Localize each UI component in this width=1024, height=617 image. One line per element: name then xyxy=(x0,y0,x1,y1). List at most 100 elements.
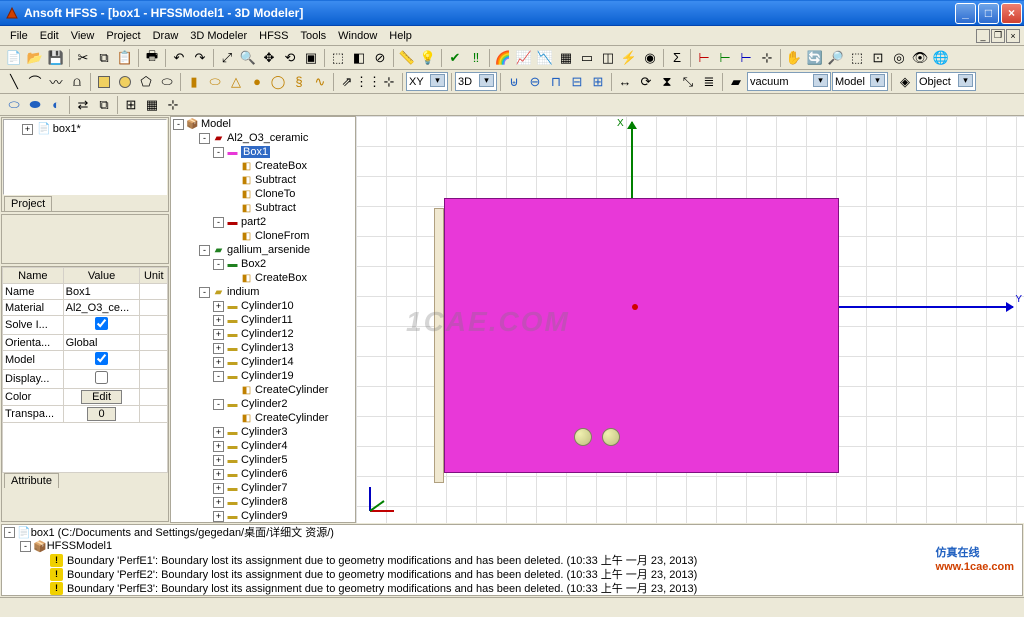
fit-icon[interactable]: ▣ xyxy=(301,48,321,68)
mdi-restore-button[interactable]: ❐ xyxy=(991,29,1005,43)
tree-item[interactable]: -▬Cylinder19 xyxy=(171,369,355,383)
plot-icon[interactable]: 📈 xyxy=(514,48,534,68)
port-icon[interactable]: ▭ xyxy=(577,48,597,68)
b-move-icon[interactable]: ⇄ xyxy=(73,95,93,115)
menu-view[interactable]: View xyxy=(65,28,101,44)
tree-item[interactable]: +▬Cylinder6 xyxy=(171,467,355,481)
tree-item[interactable]: -▬Cylinder2 xyxy=(171,397,355,411)
tree-item[interactable]: +▬Cylinder12 xyxy=(171,327,355,341)
menu-window[interactable]: Window xyxy=(332,28,383,44)
grid2-icon[interactable]: ▦ xyxy=(142,95,162,115)
light-icon[interactable]: 💡 xyxy=(418,48,438,68)
rotate3-icon[interactable]: ⟳ xyxy=(636,72,656,92)
cylinder-hole-2[interactable] xyxy=(602,428,620,446)
tree-item[interactable]: ◧CloneTo xyxy=(171,187,355,201)
project-node[interactable]: box1* xyxy=(53,123,81,135)
open-icon[interactable]: 📂 xyxy=(25,48,45,68)
close-button[interactable]: × xyxy=(1001,3,1022,24)
axis-z-icon[interactable]: ⊢ xyxy=(736,48,756,68)
new-icon[interactable]: 📄 xyxy=(4,48,24,68)
line-icon[interactable]: ╲ xyxy=(4,72,24,92)
zoom-in-icon[interactable]: 🔍 xyxy=(238,48,258,68)
snap-icon[interactable]: ◈ xyxy=(895,72,915,92)
model-combo[interactable]: Model xyxy=(832,72,888,91)
polyline-icon[interactable]: ⩍ xyxy=(67,72,87,92)
menu-tools[interactable]: Tools xyxy=(294,28,332,44)
project-tab[interactable]: Project xyxy=(4,196,52,211)
menu-draw[interactable]: Draw xyxy=(147,28,185,44)
box-icon[interactable]: ▮ xyxy=(184,72,204,92)
project-tree[interactable]: +📄 box1* xyxy=(3,119,167,195)
offset-icon[interactable]: ≣ xyxy=(699,72,719,92)
analyze-icon[interactable]: ‼ xyxy=(466,48,486,68)
array-icon[interactable]: ⋮⋮ xyxy=(358,72,378,92)
mdi-close-button[interactable]: × xyxy=(1006,29,1020,43)
sphere-icon[interactable]: ● xyxy=(247,72,267,92)
viewport-3d[interactable]: X Y 1CAE.COM xyxy=(356,116,1024,523)
tree-item[interactable]: +▬Cylinder13 xyxy=(171,341,355,355)
zoom-fit-icon[interactable]: ⊡ xyxy=(868,48,888,68)
snap2-icon[interactable]: ⊹ xyxy=(163,95,183,115)
earth-icon[interactable]: 🌐 xyxy=(931,48,951,68)
axis-x-icon[interactable]: ⊢ xyxy=(694,48,714,68)
tree-item[interactable]: ◧CreateCylinder xyxy=(171,411,355,425)
material-combo[interactable]: vacuum xyxy=(747,72,831,91)
unite-icon[interactable]: ⊎ xyxy=(504,72,524,92)
tree-item[interactable]: +▬Cylinder3 xyxy=(171,425,355,439)
tree-item[interactable]: +▬Cylinder4 xyxy=(171,439,355,453)
tree-item[interactable]: +▬Cylinder8 xyxy=(171,495,355,509)
msg-project[interactable]: box1 (C:/Documents and Settings/gegedan/… xyxy=(31,524,334,540)
paste-icon[interactable]: 📋 xyxy=(115,48,135,68)
tree-item[interactable]: +▬Cylinder10 xyxy=(171,299,355,313)
zoom-window-icon[interactable]: ⬚ xyxy=(847,48,867,68)
attribute-tab[interactable]: Attribute xyxy=(4,473,59,488)
boundary-icon[interactable]: ◫ xyxy=(598,48,618,68)
excitation-icon[interactable]: ⚡ xyxy=(619,48,639,68)
tree-item[interactable]: +▬Cylinder5 xyxy=(171,453,355,467)
move-icon[interactable]: ↔ xyxy=(615,72,635,92)
validate-icon[interactable]: ✔ xyxy=(445,48,465,68)
cs-plane-combo[interactable]: XY xyxy=(406,72,448,91)
torus-icon[interactable]: ◯ xyxy=(268,72,288,92)
wireframe-icon[interactable]: ⬚ xyxy=(328,48,348,68)
sum-icon[interactable]: Σ xyxy=(667,48,687,68)
tree-item[interactable]: -▬part2 xyxy=(171,215,355,229)
b-unite-icon[interactable]: ⬭ xyxy=(4,95,24,115)
b-copy-icon[interactable]: ⧉ xyxy=(94,95,114,115)
rotate-icon[interactable]: ⟲ xyxy=(280,48,300,68)
tree-item[interactable]: ◧Subtract xyxy=(171,173,355,187)
tree-item[interactable]: -▰Al2_O3_ceramic xyxy=(171,131,355,145)
prop-row[interactable]: MaterialAl2_O3_ce... xyxy=(3,300,168,316)
intersect-icon[interactable]: ⊓ xyxy=(546,72,566,92)
polygon-icon[interactable]: ⬠ xyxy=(136,72,156,92)
field-overlay-icon[interactable]: 🌈 xyxy=(493,48,513,68)
tree-item[interactable]: +▬Cylinder7 xyxy=(171,481,355,495)
mat-icon[interactable]: ▰ xyxy=(726,72,746,92)
arc-icon[interactable]: ⌒ xyxy=(25,72,45,92)
shaded-icon[interactable]: ◧ xyxy=(349,48,369,68)
sweep-icon[interactable]: ⇗ xyxy=(337,72,357,92)
b-int-icon[interactable]: ◐ xyxy=(46,95,66,115)
imprint-icon[interactable]: ⊞ xyxy=(588,72,608,92)
cone-icon[interactable]: △ xyxy=(226,72,246,92)
plot2-icon[interactable]: 📉 xyxy=(535,48,555,68)
minimize-button[interactable]: _ xyxy=(955,3,976,24)
model-tree[interactable]: -📦Model -▰Al2_O3_ceramic-▬Box1◧CreateBox… xyxy=(170,116,356,523)
cylinder-icon[interactable]: ⬭ xyxy=(205,72,225,92)
spline-icon[interactable]: 〰 xyxy=(46,72,66,92)
menu-edit[interactable]: Edit xyxy=(34,28,65,44)
rotate2-icon[interactable]: 🔄 xyxy=(805,48,825,68)
save-icon[interactable]: 💾 xyxy=(46,48,66,68)
tree-item[interactable]: -▬Box2 xyxy=(171,257,355,271)
maximize-button[interactable]: □ xyxy=(978,3,999,24)
tree-root[interactable]: Model xyxy=(201,118,231,130)
message-window[interactable]: -📄 box1 (C:/Documents and Settings/geged… xyxy=(1,524,1023,596)
redo-icon[interactable]: ↷ xyxy=(190,48,210,68)
cs-icon[interactable]: ⊹ xyxy=(757,48,777,68)
cylinder-hole-1[interactable] xyxy=(574,428,592,446)
menu-project[interactable]: Project xyxy=(100,28,146,44)
tree-item[interactable]: ◧CreateBox xyxy=(171,159,355,173)
box1-geometry[interactable] xyxy=(434,198,839,483)
hand-icon[interactable]: ✋ xyxy=(784,48,804,68)
nearfield-icon[interactable]: ◉ xyxy=(640,48,660,68)
